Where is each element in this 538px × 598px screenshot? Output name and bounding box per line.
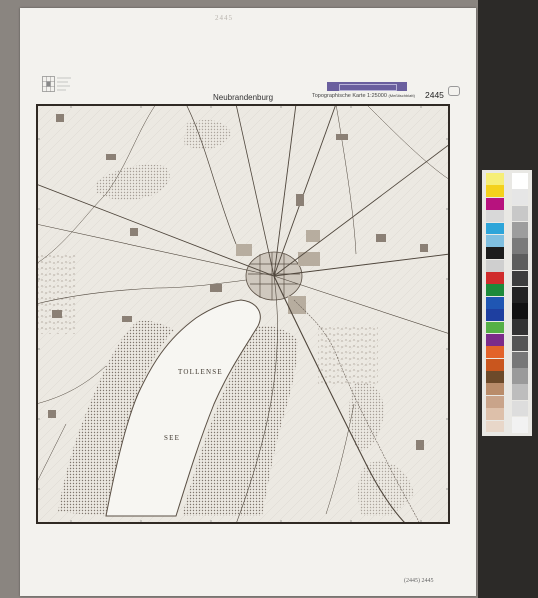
series-name: Topographische Karte 1:25000 <box>312 93 387 99</box>
sheet-badge <box>448 86 460 96</box>
calibration-swatch-left <box>486 383 504 396</box>
calibration-swatch-right <box>512 384 528 400</box>
calibration-swatch-left <box>486 247 504 260</box>
calibration-swatch-left <box>486 321 504 334</box>
calibration-swatch-left <box>486 222 504 235</box>
meadow-area-2 <box>36 254 76 334</box>
calibration-swatch-left <box>486 371 504 383</box>
topographic-map[interactable]: TOLLENSE SEE <box>36 104 450 524</box>
calibration-swatch-left <box>486 420 504 433</box>
calibration-swatch-right <box>512 335 528 352</box>
calibration-swatch-right <box>512 303 528 319</box>
calibration-swatch-right <box>512 286 528 303</box>
calibration-swatch-left <box>486 272 504 284</box>
sheet-number: 2445 <box>425 90 444 100</box>
calibration-swatch-right <box>512 416 528 433</box>
calibration-swatch-right <box>512 368 528 384</box>
calibration-swatch-left <box>486 333 504 346</box>
calibration-swatch-left <box>486 259 504 272</box>
calibration-swatch-right <box>512 319 528 335</box>
map-title: Neubrandenburg <box>213 93 274 102</box>
calibration-swatch-left <box>486 185 504 198</box>
calibration-swatch-right <box>512 238 528 254</box>
calibration-swatch-right <box>512 189 528 205</box>
calibration-swatch-right <box>512 351 528 368</box>
archive-note: (2445) 2445 <box>404 578 434 584</box>
calibration-swatch-right <box>512 173 528 189</box>
map-series: Topographische Karte 1:25000 (Meßtischbl… <box>312 93 415 99</box>
calibration-swatch-left <box>486 346 504 359</box>
calibration-swatch-left <box>486 408 504 421</box>
calibration-swatch-left <box>486 296 504 309</box>
calibration-swatch-left <box>486 358 504 371</box>
calibration-swatch-left <box>486 395 504 408</box>
calibration-swatch-left <box>486 210 504 223</box>
meadow-area <box>318 324 378 384</box>
calibration-swatch-left <box>486 197 504 210</box>
calibration-swatch-right <box>512 221 528 238</box>
lake-label-top: TOLLENSE <box>178 368 223 376</box>
pencil-annotation: 2445 <box>215 14 233 22</box>
sheet-index-diagram <box>42 76 71 92</box>
calibration-swatch-right <box>512 205 528 222</box>
calibration-swatch-left <box>486 173 504 185</box>
series-suffix: (Meßtischblatt) <box>388 93 415 98</box>
calibration-swatch-left <box>486 234 504 247</box>
lake-label-bottom: SEE <box>164 434 180 442</box>
calibration-swatch-right <box>512 270 528 287</box>
calibration-swatch-left <box>486 284 504 297</box>
archive-stamp-frame <box>339 84 397 91</box>
calibration-swatch-right <box>512 254 528 270</box>
calibration-swatch-right <box>512 400 528 417</box>
calibration-swatch-left <box>486 309 504 322</box>
